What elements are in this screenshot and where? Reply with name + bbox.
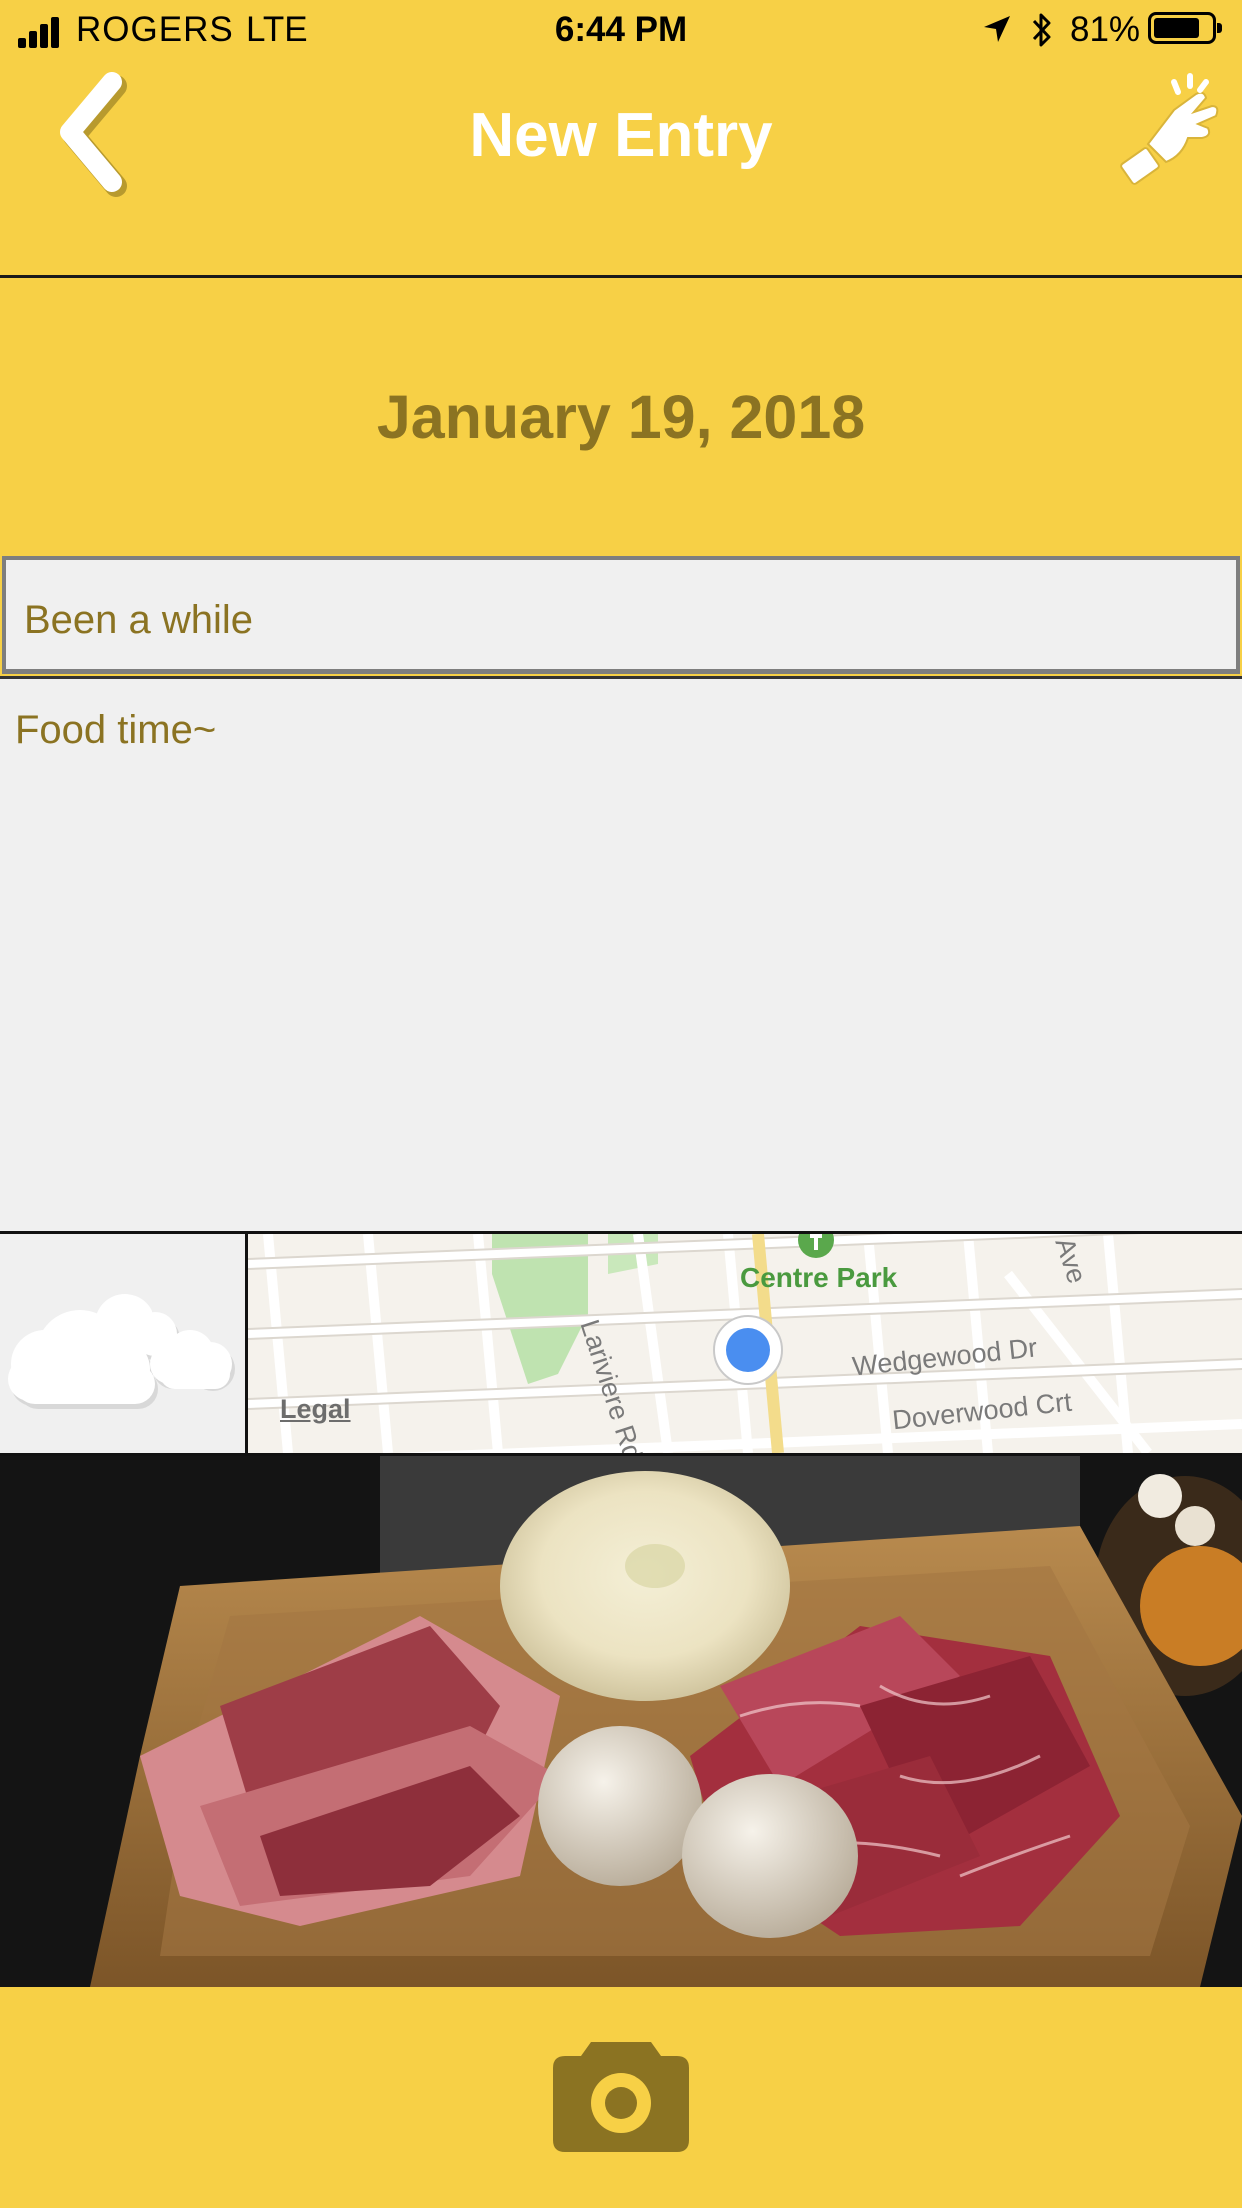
- weather-cell[interactable]: [0, 1231, 245, 1453]
- map-park-label: Centre Park: [740, 1262, 898, 1293]
- battery-percent: 81%: [1070, 10, 1141, 49]
- header-divider: [0, 275, 1242, 278]
- battery-icon: [1148, 12, 1222, 44]
- status-bar: ROGERS LTE 6:44 PM 81%: [0, 0, 1242, 60]
- camera-button[interactable]: [553, 2040, 689, 2152]
- location-arrow-icon: [984, 16, 1010, 42]
- camera-icon: [553, 2042, 689, 2152]
- bluetooth-icon: [1032, 13, 1051, 47]
- entry-date[interactable]: January 19, 2018: [0, 382, 1242, 452]
- snap-hand-icon: [1120, 73, 1219, 185]
- food-photo: [0, 1456, 1242, 1987]
- page-title: New Entry: [469, 101, 773, 170]
- snap-save-button[interactable]: [1116, 72, 1226, 192]
- cloud-icon: [8, 1294, 235, 1409]
- entry-photo[interactable]: [0, 1453, 1242, 1987]
- map-legal-link[interactable]: Legal: [280, 1394, 351, 1425]
- entry-body-field[interactable]: Food time~: [0, 676, 1242, 1231]
- location-pin-icon: [713, 1315, 783, 1385]
- status-time: 6:44 PM: [554, 10, 688, 49]
- map-view[interactable]: Centre Park Lariviere Rd Wedgewood Dr Do…: [248, 1231, 1242, 1453]
- entry-title-field[interactable]: Been a while: [2, 556, 1240, 674]
